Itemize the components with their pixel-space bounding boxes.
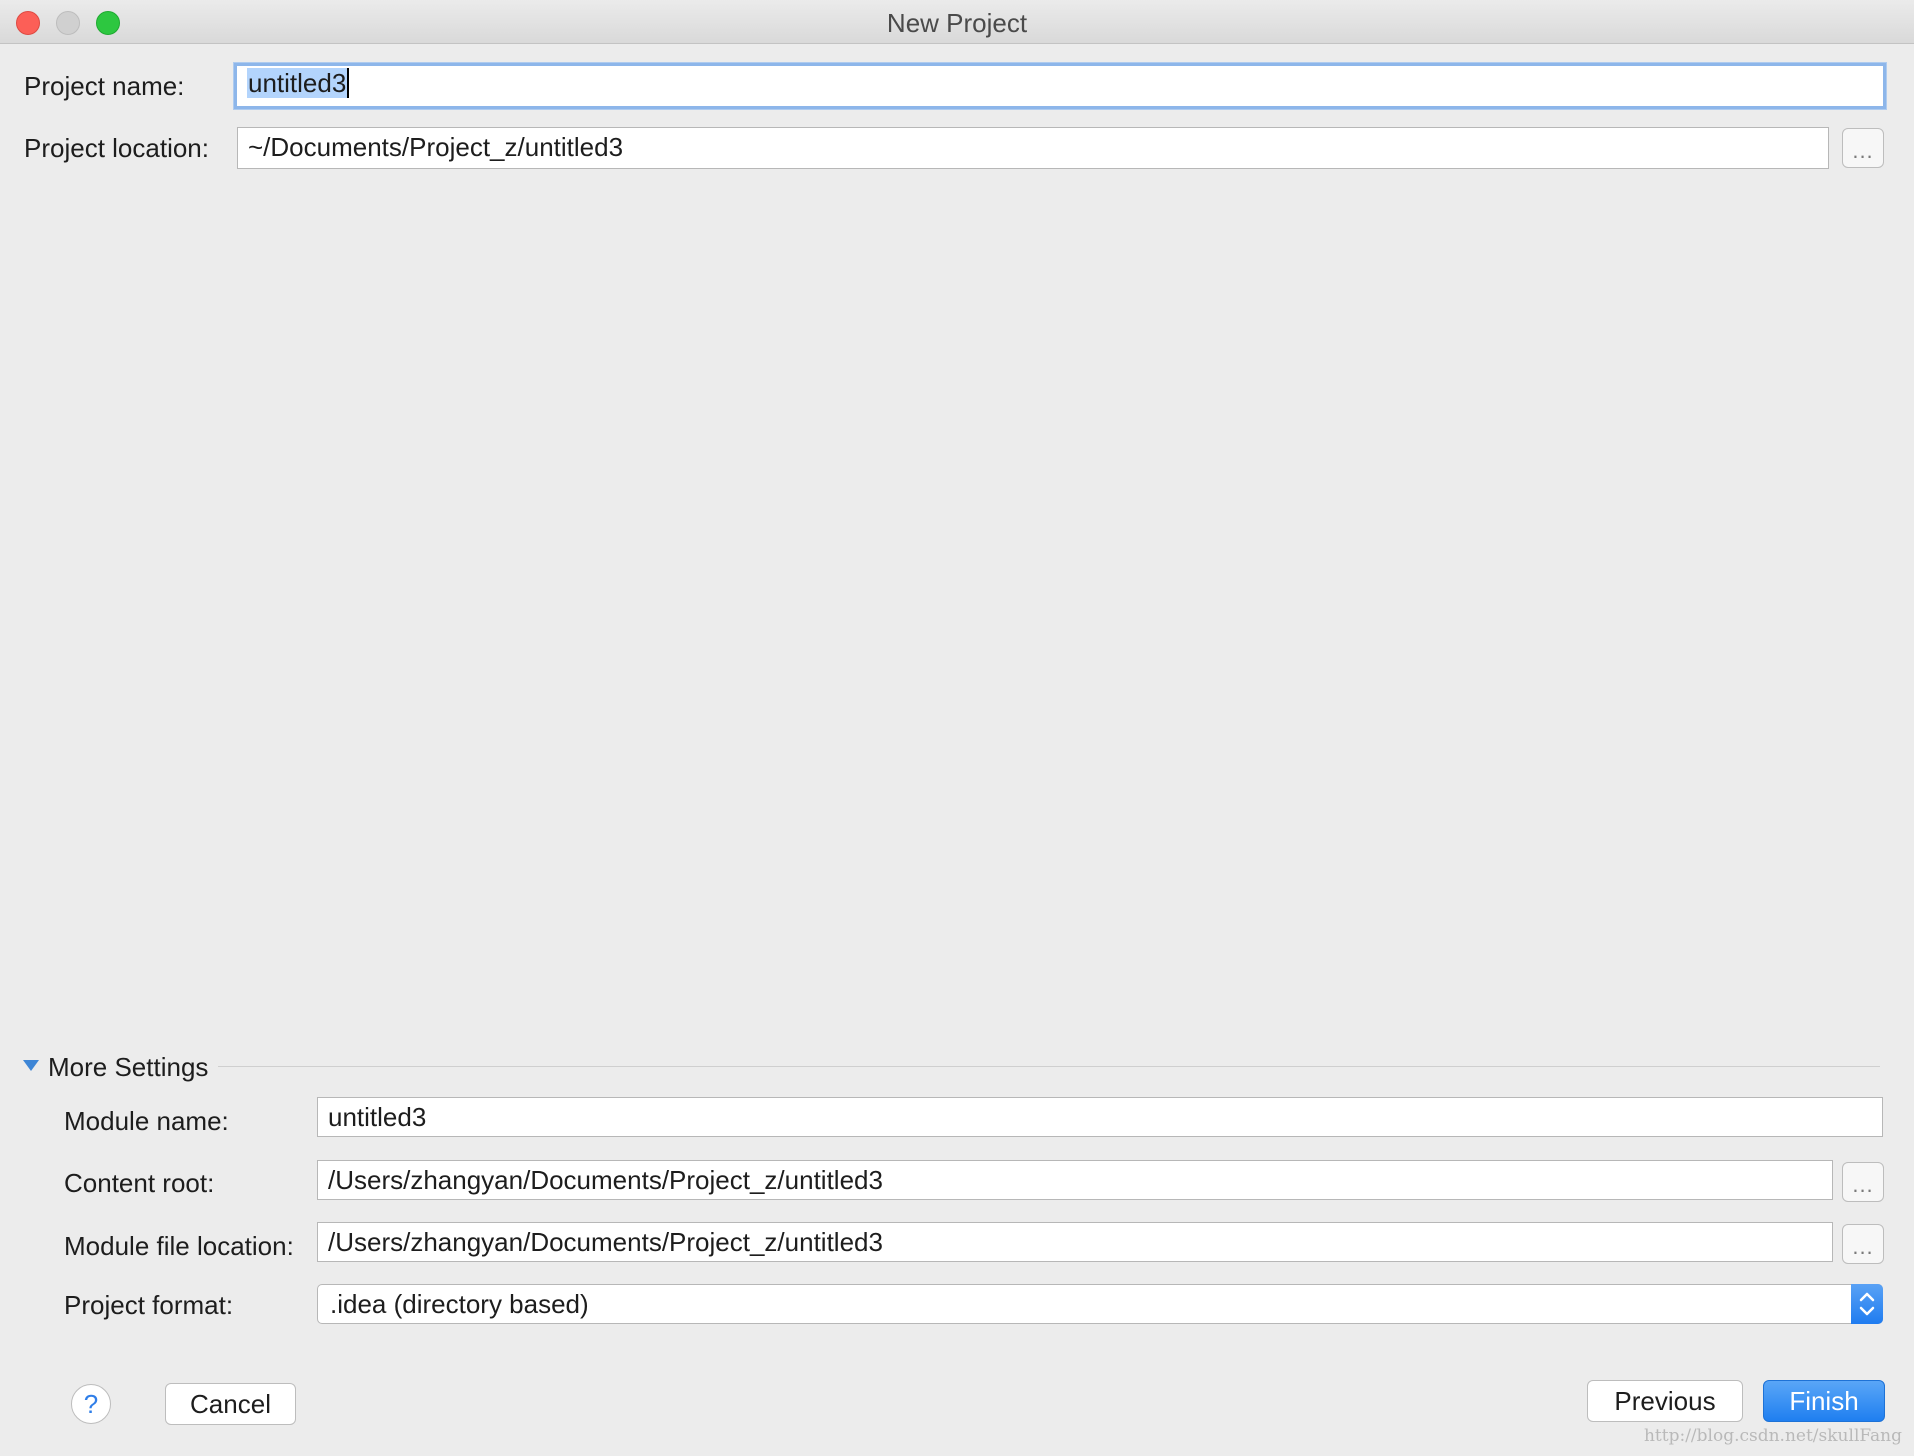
previous-button[interactable]: Previous — [1587, 1380, 1743, 1422]
project-location-input[interactable]: ~/Documents/Project_z/untitled3 — [237, 127, 1829, 169]
text-caret — [347, 68, 350, 99]
new-project-window: New Project Project name: untitled3 Proj… — [0, 0, 1914, 1456]
module-name-input[interactable]: untitled3 — [317, 1097, 1883, 1137]
project-location-browse-button[interactable]: ... — [1842, 128, 1884, 168]
module-file-location-input[interactable]: /Users/zhangyan/Documents/Project_z/unti… — [317, 1222, 1833, 1262]
window-title: New Project — [886, 8, 1028, 38]
module-file-location-browse-button[interactable]: ... — [1842, 1224, 1884, 1264]
module-file-location-label: Module file location: — [64, 1231, 294, 1261]
project-location-label: Project location: — [24, 133, 209, 163]
project-name-input[interactable]: untitled3 — [234, 63, 1886, 109]
watermark-text: http://blog.csdn.net/skullFang — [1643, 1426, 1902, 1446]
more-settings-toggle[interactable]: More Settings — [48, 1052, 208, 1083]
title-bar[interactable]: New Project — [0, 0, 1914, 44]
content-root-browse-button[interactable]: ... — [1842, 1162, 1884, 1202]
content-root-input[interactable]: /Users/zhangyan/Documents/Project_z/unti… — [317, 1160, 1833, 1200]
question-icon: ? — [83, 1389, 99, 1419]
project-name-selected-text: untitled3 — [247, 68, 348, 98]
content-root-label: Content root: — [64, 1168, 215, 1198]
up-down-chevron-icon[interactable] — [1851, 1284, 1883, 1324]
help-button[interactable]: ? — [71, 1384, 111, 1424]
finish-button[interactable]: Finish — [1763, 1380, 1885, 1422]
project-name-label: Project name: — [24, 71, 185, 101]
triangle-down-icon[interactable] — [23, 1060, 39, 1071]
project-format-select[interactable]: .idea (directory based) — [317, 1284, 1883, 1324]
project-format-label: Project format: — [64, 1290, 234, 1320]
section-divider — [218, 1066, 1880, 1067]
module-name-label: Module name: — [64, 1106, 229, 1136]
cancel-button[interactable]: Cancel — [165, 1383, 296, 1425]
project-format-value: .idea (directory based) — [330, 1289, 589, 1319]
